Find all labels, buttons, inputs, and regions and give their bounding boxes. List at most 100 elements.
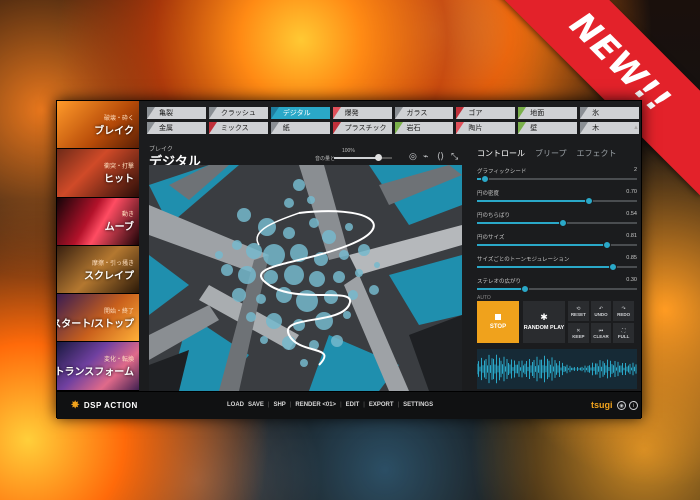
sidebar-item-label: ブレイク: [94, 125, 134, 137]
tag-8[interactable]: 金属: [147, 122, 206, 134]
tag-1[interactable]: クラッシュ: [208, 107, 268, 119]
menu-separator: |: [289, 402, 292, 408]
sidebar-item-label: スタート/ストップ: [57, 318, 134, 330]
param-fill: [477, 266, 613, 268]
param-knob[interactable]: [521, 285, 529, 293]
tag-5[interactable]: ゴア: [456, 107, 516, 119]
stop-icon: [495, 314, 501, 320]
settings-circle-icon[interactable]: ◉: [617, 401, 626, 410]
bottom-bar: ✸ DSP ACTION LOAD SAVE | SHP | RENDER <01> | ED…: [57, 391, 641, 419]
sidebar-item-sub: 摩擦・引っ掻き: [91, 260, 134, 267]
param-value: 2: [633, 167, 637, 173]
brackets-icon[interactable]: ⟨⟩: [437, 151, 444, 162]
menu-load-button[interactable]: LOAD: [227, 402, 244, 408]
param-track[interactable]: [477, 241, 637, 249]
tag-0[interactable]: 亀裂: [147, 107, 206, 119]
brand-logo: tsugi: [591, 400, 613, 410]
param-knob[interactable]: [602, 241, 611, 249]
menu-render-01--button[interactable]: RENDER <01>: [295, 402, 336, 408]
tag-11[interactable]: プラスチック: [332, 122, 392, 134]
menu-edit-button[interactable]: EDIT: [346, 402, 360, 408]
waveform-display: [477, 349, 637, 389]
param-value: 0.30: [626, 277, 637, 283]
param-track[interactable]: [477, 175, 637, 183]
sidebar-item-scrape[interactable]: 摩擦・引っ掻き スクレイプ: [57, 245, 139, 295]
app-logo: ✸ DSP ACTION: [71, 400, 138, 411]
param-fill: [477, 244, 607, 246]
redo-button[interactable]: ↷ REDO: [613, 301, 634, 321]
plugin-window: 破壊・砕く ブレイク 衝突・打撃 ヒット 動き ムーブ 摩擦・引っ掻き スクレイ…: [56, 100, 642, 419]
mix-slider[interactable]: [334, 154, 392, 161]
tag-2[interactable]: デジタル: [270, 107, 330, 119]
sidebar-item-hit[interactable]: 衝突・打撃 ヒット: [57, 149, 139, 198]
waveform-graphic: [477, 354, 637, 384]
param-knob[interactable]: [609, 263, 617, 271]
param-slider-0[interactable]: グラフィックシード 2: [477, 167, 637, 183]
display-graphic: [149, 165, 462, 391]
visual-display[interactable]: [149, 165, 462, 391]
keep-button[interactable]: ✕ KEEP: [568, 323, 589, 343]
undo-button[interactable]: ↶ UNDO: [590, 301, 612, 321]
param-fill: [477, 288, 525, 290]
param-slider-2[interactable]: 円のちらばり 0.54: [477, 211, 637, 227]
tag-4[interactable]: ガラス: [394, 107, 454, 119]
param-track[interactable]: [477, 285, 637, 293]
button-label: CLEAR: [593, 333, 609, 339]
param-label: 円のサイズ: [477, 235, 505, 241]
headphones-icon[interactable]: ◎: [409, 151, 417, 162]
tab-controls[interactable]: コントロール: [477, 148, 525, 159]
sidebar-item-sub: 変化・転換: [103, 357, 134, 364]
resize-icon[interactable]: ⤡: [451, 151, 458, 162]
reset-button[interactable]: ⟲ RESET: [568, 301, 589, 321]
param-track[interactable]: [477, 263, 637, 271]
param-fill: [477, 200, 589, 202]
param-slider-5[interactable]: ステレオの広がり 0.30: [477, 277, 637, 293]
mix-slider-knob[interactable]: [374, 154, 382, 161]
random-play-button[interactable]: ✱ RANDOM PLAY: [523, 301, 565, 343]
clear-button[interactable]: ⏮ CLEAR: [590, 323, 612, 343]
tag-7[interactable]: 氷: [580, 107, 639, 119]
menu-separator: |: [267, 402, 270, 408]
tag-3[interactable]: 爆発: [332, 107, 392, 119]
menu-settings-button[interactable]: SETTINGS: [403, 402, 433, 408]
tag-13[interactable]: 陶片: [456, 122, 516, 134]
tab-effects[interactable]: エフェクト: [577, 148, 617, 159]
param-knob[interactable]: [559, 219, 568, 227]
full-button[interactable]: ⛶ FULL: [613, 323, 634, 343]
info-icon[interactable]: i: [629, 401, 638, 410]
waveform-icon[interactable]: ⌁: [423, 151, 428, 162]
sidebar-item-transform[interactable]: 変化・転換 トランスフォーム: [57, 342, 139, 391]
param-slider-1[interactable]: 円の密度 0.70: [477, 189, 637, 205]
param-knob[interactable]: [585, 197, 593, 205]
param-slider-4[interactable]: サイズごとのトーンモジュレーション 0.85: [477, 255, 637, 271]
scroll-up-icon[interactable]: ▲: [633, 125, 639, 131]
param-slider-3[interactable]: 円のサイズ 0.81: [477, 233, 637, 249]
sidebar-item-sub: 開始・終了: [103, 308, 134, 315]
sidebar-item-sub: 動き: [121, 212, 134, 219]
tag-10[interactable]: 紙: [270, 122, 330, 134]
param-label: 円のちらばり: [477, 213, 511, 219]
sidebar-item-break[interactable]: 破壊・砕く ブレイク: [57, 101, 139, 150]
button-label: REDO: [617, 311, 631, 317]
stop-button[interactable]: STOP: [477, 301, 519, 343]
tag-9[interactable]: ミックス: [208, 122, 268, 134]
panel-tabs: コントロール ブリープ エフェクト: [477, 148, 617, 159]
menu-shp-button[interactable]: SHP: [273, 402, 285, 408]
button-label: RESET: [570, 311, 586, 317]
tag-15[interactable]: 木: [580, 122, 639, 134]
param-knob[interactable]: [481, 175, 489, 183]
sidebar-item-label: ムーブ: [104, 222, 134, 234]
param-track[interactable]: [477, 197, 637, 205]
tag-14[interactable]: 壁: [518, 122, 578, 134]
sidebar-item-move[interactable]: 動き ムーブ: [57, 197, 139, 246]
param-value: 0.81: [626, 233, 637, 239]
tab-bleep[interactable]: ブリープ: [535, 148, 567, 159]
tag-12[interactable]: 岩石: [394, 122, 454, 134]
category-sidebar: 破壊・砕く ブレイク 衝突・打撃 ヒット 動き ムーブ 摩擦・引っ掻き スクレイ…: [57, 101, 139, 391]
sidebar-item-start-stop[interactable]: 開始・終了 スタート/ストップ: [57, 294, 139, 343]
menu-save-button[interactable]: SAVE: [248, 402, 264, 408]
param-track[interactable]: [477, 219, 637, 227]
tag-6[interactable]: 地面: [518, 107, 578, 119]
menu-export-button[interactable]: EXPORT: [369, 402, 394, 408]
param-label: 円の密度: [477, 191, 500, 197]
